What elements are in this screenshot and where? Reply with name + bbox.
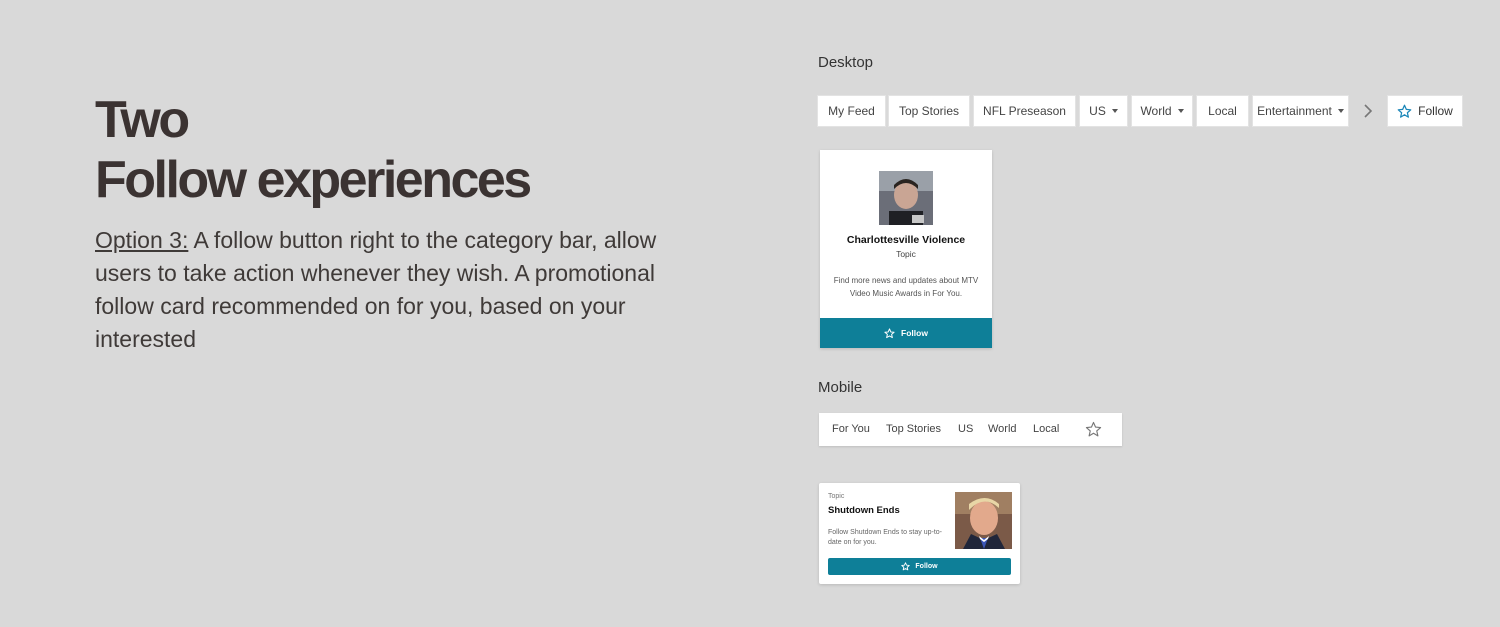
tab-my-feed[interactable]: My Feed xyxy=(817,95,886,127)
card-description: Follow Shutdown Ends to stay up-to-date … xyxy=(828,529,943,546)
topic-image xyxy=(879,171,933,225)
mobile-tab-world[interactable]: World xyxy=(988,423,1017,435)
tab-entertainment[interactable]: Entertainment xyxy=(1252,95,1349,127)
card-description: Find more news and updates about MTV Vid… xyxy=(833,276,979,298)
tab-label: My Feed xyxy=(828,104,875,118)
slide-title: Two Follow experiences xyxy=(95,90,695,210)
tab-label: US xyxy=(1089,104,1106,118)
caret-down-icon xyxy=(1111,109,1118,113)
tab-world[interactable]: World xyxy=(1131,95,1193,127)
star-icon[interactable] xyxy=(1085,421,1102,438)
desktop-label: Desktop xyxy=(818,54,874,71)
title-line-2: Follow experiences xyxy=(95,151,532,209)
mobile-tab-for-you[interactable]: For You xyxy=(832,423,870,435)
card-title: Shutdown Ends xyxy=(828,505,900,516)
mobile-tab-local[interactable]: Local xyxy=(1033,423,1059,435)
tab-label: Local xyxy=(1208,104,1237,118)
follow-label: Follow xyxy=(1418,104,1453,118)
card-title: Charlottesville Violence xyxy=(846,234,966,246)
topic-image xyxy=(955,492,1012,549)
button-label: Follow xyxy=(915,563,938,570)
follow-button[interactable]: Follow xyxy=(1387,95,1463,127)
star-icon xyxy=(901,562,911,571)
mobile-tab-us[interactable]: US xyxy=(958,423,973,435)
star-icon xyxy=(1397,104,1412,118)
mobile-label: Mobile xyxy=(818,379,863,396)
caret-down-icon xyxy=(1177,109,1184,113)
button-label: Follow xyxy=(901,328,928,338)
tab-local[interactable]: Local xyxy=(1196,95,1249,127)
caret-down-icon xyxy=(1337,109,1344,113)
tab-label: Top Stories xyxy=(898,104,960,118)
promo-follow-card: Charlottesville Violence Topic Find more… xyxy=(820,150,992,348)
card-follow-button[interactable]: Follow xyxy=(820,318,992,348)
card-topic-label: Topic xyxy=(828,493,845,500)
chevron-right-icon[interactable] xyxy=(1361,100,1375,122)
card-subtitle: Topic xyxy=(896,249,916,259)
tab-label: NFL Preseason xyxy=(983,104,1066,118)
mobile-promo-card: Topic Shutdown Ends Follow Shutdown Ends… xyxy=(819,483,1020,584)
tab-label: Entertainment xyxy=(1257,104,1332,118)
tab-nfl-preseason[interactable]: NFL Preseason xyxy=(973,95,1076,127)
option-label: Option 3: xyxy=(95,227,189,253)
tab-label: World xyxy=(1140,104,1172,118)
title-line-1: Two xyxy=(95,91,190,149)
mobile-tab-top-stories[interactable]: Top Stories xyxy=(886,423,941,435)
mobile-category-bar: For You Top Stories US World Local xyxy=(819,413,1122,446)
tab-us[interactable]: US xyxy=(1079,95,1128,127)
tab-top-stories[interactable]: Top Stories xyxy=(888,95,970,127)
star-icon xyxy=(884,327,895,338)
card-follow-button[interactable]: Follow xyxy=(828,558,1011,575)
option-description: Option 3: A follow button right to the c… xyxy=(95,224,685,356)
